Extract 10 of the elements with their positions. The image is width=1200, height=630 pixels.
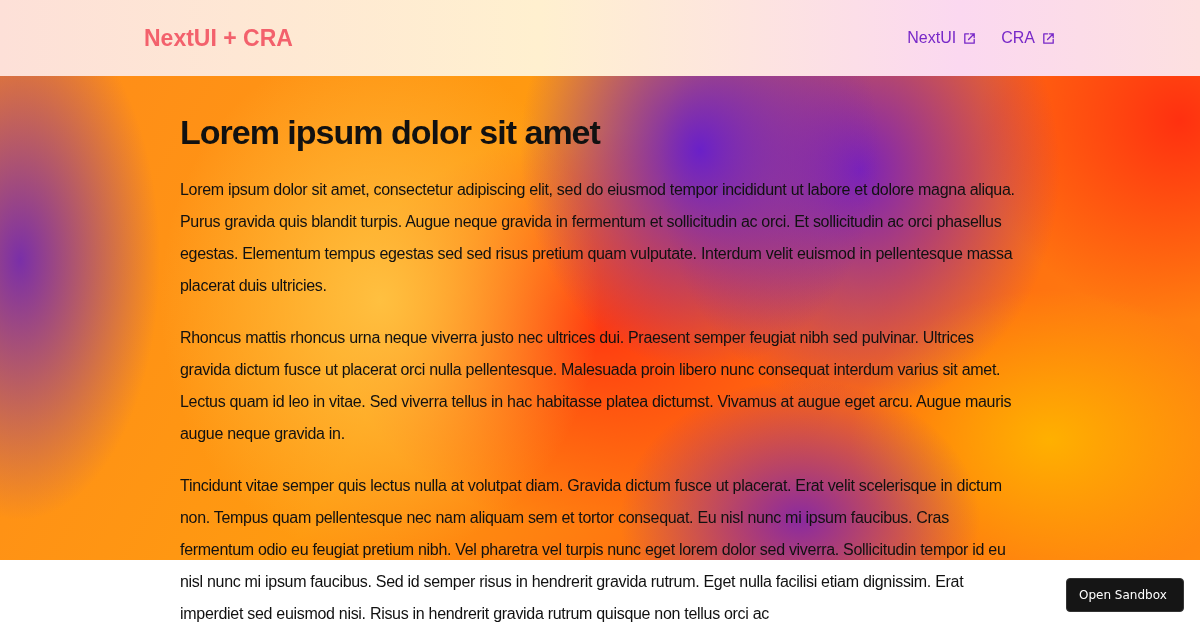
article-paragraph: Lorem ipsum dolor sit amet, consectetur adipiscing elit, sed do eiusmod tempor incididunt ut labore et dolore magna aliqua. Purus gravida quis blandit turpis. Augue neque gravida in fermentum et sollicitudin ac orci. Et sollicitudin ac orci phasellus egestas. Elementum tempus egestas sed sed risus pretium quam vulputate. Interdum velit euismod in pellentesque massa placerat duis ultricies. [180, 180, 1016, 296]
external-link-icon [1041, 30, 1056, 46]
article-paragraph: Rhoncus mattis rhoncus urna neque viverra justo nec ultrices dui. Praesent semper feugiat nibh sed pulvinar. Ultrices gravida dictum fusce ut placerat orci nulla pellentesque. Malesuada proin libero nunc consequat interdum varius sit amet. Lectus quam id leo in vitae. Sed viverra tellus in hac habitasse platea dictumst. Vivamus at augue eget arcu. Augue mauris augue neque gravida in. [180, 328, 1013, 444]
article-heading: Lorem ipsum dolor sit amet [180, 112, 602, 153]
external-link-icon [962, 30, 978, 46]
brand-title: NextUI + CRA [144, 24, 293, 52]
open-sandbox-button[interactable]: Open Sandbox [1066, 578, 1184, 612]
nav-link[interactable]: CRA [1001, 25, 1056, 51]
nav-link[interactable]: NextUI [907, 25, 978, 51]
article-paragraph: Tincidunt vitae semper quis lectus nulla at volutpat diam. Gravida dictum fusce ut placerat. Erat velit scelerisque in dictum non. Tempus quam pellentesque nec nam aliquam sem et tortor consequat. Eu nisl nunc mi ipsum faucibus. Cras fermentum odio eu feugiat pretium nibh. Vel pharetra vel turpis nunc eget lorem dolor sed viverra. Sollicitudin tempor id eu nisl nunc mi ipsum faucibus. Sed id semper risus in hendrerit gravida rutrum. Eget nulla facilisi etiam dignissim. Erat imperdiet sed euismod nisi. Risus in hendrerit gravida rutrum quisque non tellus orci ac [180, 476, 1007, 624]
